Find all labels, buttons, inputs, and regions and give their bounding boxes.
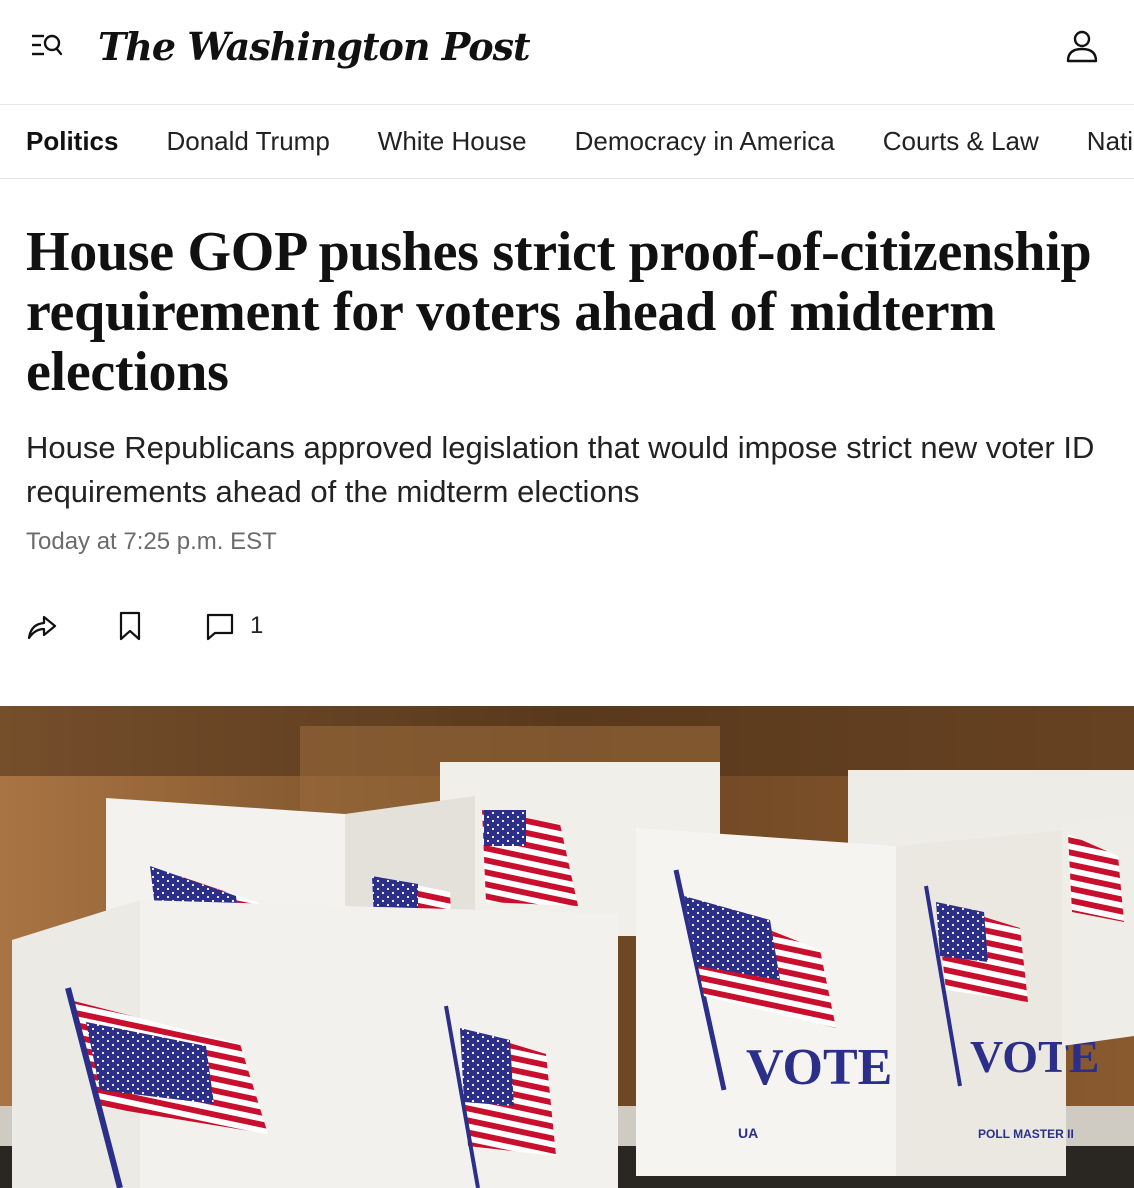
article-actions: 1 [26, 608, 263, 644]
share-button[interactable] [26, 610, 58, 642]
booth-vote-text: VOTE [746, 1039, 892, 1096]
nav-item-democracy-in-america[interactable]: Democracy in America [575, 105, 835, 178]
nav-item-courts-law[interactable]: Courts & Law [883, 105, 1039, 178]
bookmark-button[interactable] [58, 610, 144, 642]
site-logo[interactable]: The Washington Post [98, 22, 531, 72]
nav-item-politics[interactable]: Politics [26, 105, 118, 178]
article-timestamp: Today at 7:25 p.m. EST [26, 528, 277, 555]
article-headline: House GOP pushes strict proof-of-citizen… [26, 221, 1092, 403]
section-nav: Politics Donald Trump White House Democr… [0, 105, 1134, 179]
comments-button[interactable]: 1 [144, 610, 263, 642]
site-header: The Washington Post [0, 0, 1134, 105]
voting-booths-image: VOTE UA VOTE POLL MASTER II [0, 706, 1134, 1188]
menu-search-icon[interactable] [30, 32, 64, 60]
bookmark-icon [119, 611, 141, 641]
nav-item-national[interactable]: Nati [1087, 105, 1133, 178]
article-dek: House Republicans approved legislation t… [26, 430, 1095, 509]
share-icon [27, 615, 57, 640]
booth-brand-right: POLL MASTER II [978, 1127, 1074, 1141]
nav-item-white-house[interactable]: White House [378, 105, 527, 178]
comment-icon [206, 613, 234, 641]
booth-brand-left: UA [738, 1125, 758, 1141]
comment-count: 1 [250, 612, 264, 639]
nav-item-donald-trump[interactable]: Donald Trump [166, 105, 329, 178]
lead-photo: VOTE UA VOTE POLL MASTER II [0, 706, 1134, 1188]
user-icon[interactable] [1064, 28, 1100, 64]
